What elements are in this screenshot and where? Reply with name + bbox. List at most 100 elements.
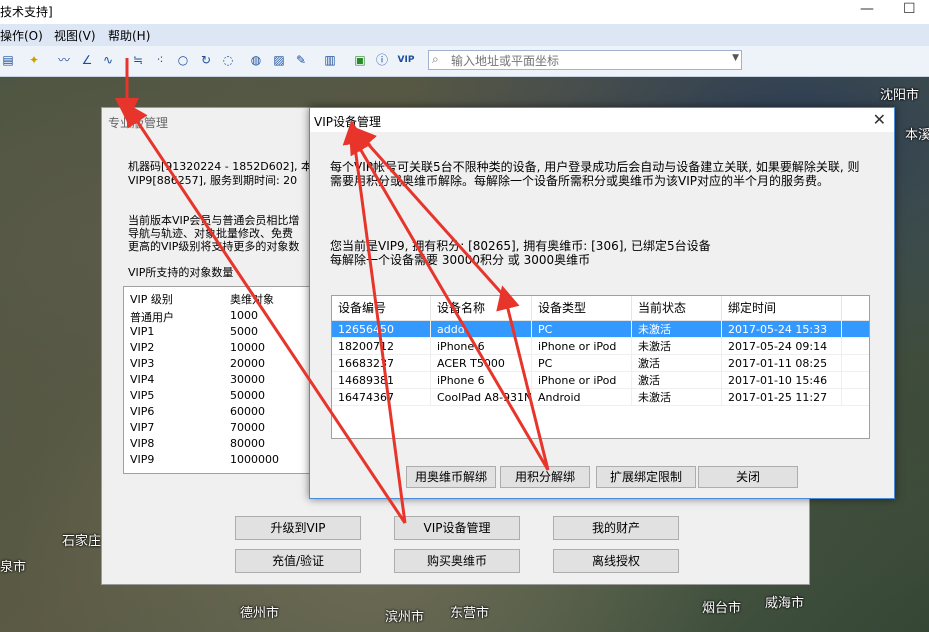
column-header: 奥维对象: [230, 293, 274, 306]
dialog-title: VIP设备管理: [314, 115, 381, 129]
pencil-icon[interactable]: ✎: [293, 52, 309, 68]
chevron-down-icon[interactable]: ▼: [732, 53, 739, 63]
table-row: VIP4 30000: [124, 373, 312, 389]
search-icon: ⌕: [432, 52, 439, 66]
search-input[interactable]: [449, 52, 723, 70]
cell: addd: [431, 321, 532, 338]
close-button[interactable]: 关闭: [698, 466, 798, 488]
unbind-with-points-button[interactable]: 用积分解绑: [500, 466, 590, 488]
circle-icon[interactable]: ○: [175, 52, 191, 68]
cell: 激活: [632, 355, 722, 372]
globe-icon[interactable]: ◍: [248, 52, 264, 68]
column-header[interactable]: 设备类型: [532, 296, 632, 320]
building-icon[interactable]: ▥: [322, 52, 338, 68]
table-row[interactable]: 16683237 ACER T5000 PC 激活 2017-01-11 08:…: [332, 355, 869, 372]
menu-help[interactable]: 帮助(H): [108, 27, 150, 44]
cell: 2017-01-10 15:46: [722, 372, 842, 389]
column-header[interactable]: 绑定时间: [722, 296, 842, 320]
map-label: 石家庄: [62, 534, 102, 549]
cell: iPhone or iPod: [532, 338, 632, 355]
table-header: 设备编号 设备名称 设备类型 当前状态 绑定时间: [332, 296, 869, 321]
upgrade-vip-button[interactable]: 升级到VIP: [235, 516, 361, 540]
cell: 1000000: [230, 453, 279, 466]
status-line: 您当前是VIP9, 拥有积分: [80265], 拥有奥维币: [306], 已…: [330, 239, 711, 253]
info-line: 当前版本VIP会员与普通会员相比增: [128, 214, 300, 227]
arc-icon[interactable]: ↻: [198, 52, 214, 68]
dots-icon[interactable]: ⁖: [152, 52, 168, 68]
buy-coin-button[interactable]: 购买奥维币: [394, 549, 520, 573]
menu-bar: 操作(O) 视图(V) 帮助(H): [0, 24, 929, 46]
recharge-verify-button[interactable]: 充值/验证: [235, 549, 361, 573]
table-row: VIP3 20000: [124, 357, 312, 373]
table-row[interactable]: 18200712 iPhone 6 iPhone or iPod 未激活 201…: [332, 338, 869, 355]
menu-view[interactable]: 视图(V): [54, 27, 96, 44]
table-row: VIP6 60000: [124, 405, 312, 421]
cell: 2017-01-11 08:25: [722, 355, 842, 372]
table-row[interactable]: 14689381 iPhone 6 iPhone or iPod 激活 2017…: [332, 372, 869, 389]
cell: VIP2: [130, 341, 155, 354]
cell: 未激活: [632, 321, 722, 338]
vip-icon[interactable]: VIP: [395, 52, 417, 68]
cell: 2017-01-25 11:27: [722, 389, 842, 406]
map-label: 德州市: [240, 606, 280, 621]
map-label: 本溪: [905, 128, 929, 143]
cell: VIP3: [130, 357, 155, 370]
cell: VIP1: [130, 325, 155, 338]
angle-icon[interactable]: ∠: [79, 52, 95, 68]
cell: 18200712: [332, 338, 431, 355]
cell: VIP5: [130, 389, 155, 402]
cell: CoolPad A8-931N: [431, 389, 532, 406]
maximize-icon[interactable]: ☐: [903, 1, 916, 17]
cell: 2017-05-24 09:14: [722, 338, 842, 355]
table-row: VIP8 80000: [124, 437, 312, 453]
column-header[interactable]: 当前状态: [632, 296, 722, 320]
cell: 2017-05-24 15:33: [722, 321, 842, 338]
cell: 普通用户: [130, 311, 174, 324]
search-box[interactable]: ⌕ ▼: [428, 50, 742, 70]
dialog-titlebar: VIP设备管理 ✕: [310, 108, 894, 132]
status-line: 每解除一个设备需要 30000积分 或 3000奥维币: [330, 253, 591, 267]
chat-icon[interactable]: ▣: [352, 52, 368, 68]
offline-license-button[interactable]: 离线授权: [553, 549, 679, 573]
table-row: VIP5 50000: [124, 389, 312, 405]
info-icon[interactable]: ⓘ: [374, 52, 390, 68]
cell: 16474367: [332, 389, 431, 406]
info-line: 导航与轨迹、对象批量修改、免费: [128, 227, 293, 240]
table-row[interactable]: 12656450 addd PC 未激活 2017-05-24 15:33: [332, 321, 869, 338]
column-header[interactable]: 设备编号: [332, 296, 431, 320]
cell: 14689381: [332, 372, 431, 389]
map-label: 滨州市: [385, 610, 425, 625]
map-label: 威海市: [765, 596, 805, 611]
cell: 12656450: [332, 321, 431, 338]
polyline-icon[interactable]: 〰: [56, 52, 72, 68]
column-header[interactable]: 设备名称: [431, 296, 532, 320]
table-row[interactable]: 16474367 CoolPad A8-931N Android 未激活 201…: [332, 389, 869, 406]
device-table: 设备编号 设备名称 设备类型 当前状态 绑定时间 12656450 addd P…: [331, 295, 870, 439]
window-title: 专业版管理: [108, 116, 169, 130]
extend-binding-limit-button[interactable]: 扩展绑定限制: [596, 466, 696, 488]
minimize-icon[interactable]: —: [860, 1, 874, 17]
layer-icon[interactable]: ▤: [0, 52, 16, 68]
image-icon[interactable]: ▨: [271, 52, 287, 68]
table-row: 普通用户 1000: [124, 309, 312, 325]
cell: 60000: [230, 405, 265, 418]
cell: PC: [532, 321, 632, 338]
cell: 未激活: [632, 389, 722, 406]
cell: VIP7: [130, 421, 155, 434]
column-header: VIP 级别: [130, 293, 173, 306]
unbind-with-coin-button[interactable]: 用奥维币解绑: [406, 466, 496, 488]
my-assets-button[interactable]: 我的财产: [553, 516, 679, 540]
curve-icon[interactable]: ∿: [100, 52, 116, 68]
cell: iPhone 6: [431, 372, 532, 389]
close-icon[interactable]: ✕: [873, 110, 886, 129]
ellipse-icon[interactable]: ◌: [220, 52, 236, 68]
table-row: VIP9 1000000: [124, 453, 312, 469]
pin-icon[interactable]: ✦: [26, 52, 42, 68]
cell: Android: [532, 389, 632, 406]
map-label: 沈阳市: [880, 88, 920, 103]
parallel-icon[interactable]: ≒: [130, 52, 146, 68]
cell: 70000: [230, 421, 265, 434]
vip-device-manage-button[interactable]: VIP设备管理: [394, 516, 520, 540]
cell: 30000: [230, 373, 265, 386]
menu-operate[interactable]: 操作(O): [0, 27, 43, 44]
